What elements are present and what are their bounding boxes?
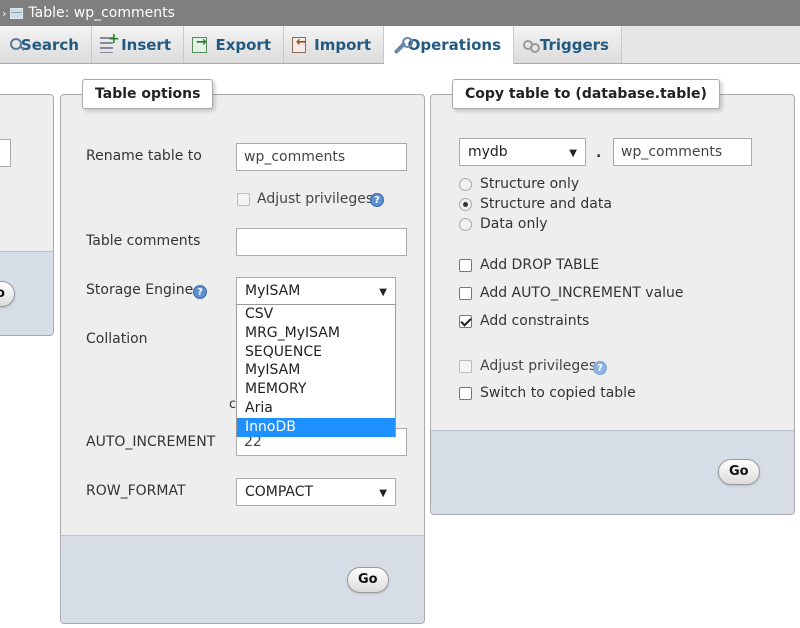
table-options-legend: Table options xyxy=(82,79,214,109)
copy-table-go-button[interactable]: Go xyxy=(718,459,760,485)
tab-insert-label: Insert xyxy=(121,35,171,54)
table-comments-label: Table comments xyxy=(86,233,201,249)
dropdown-arrow-icon: ▼ xyxy=(379,287,387,298)
copy-database-select[interactable]: mydb ▼ xyxy=(459,138,586,166)
tab-import[interactable]: Import xyxy=(284,26,384,63)
switch-to-copied-checkbox[interactable] xyxy=(459,387,472,400)
row-format-value: COMPACT xyxy=(245,484,314,500)
structure-and-data-radio[interactable] xyxy=(459,198,472,211)
window-titlebar: › Table: wp_comments xyxy=(0,0,800,26)
copy-table-name-input[interactable]: wp_comments xyxy=(613,138,752,166)
tab-search-label: Search xyxy=(20,35,79,54)
engine-option[interactable]: CSV xyxy=(237,305,395,324)
adjust-privileges-label: Adjust privileges xyxy=(257,191,374,207)
storage-engine-select[interactable]: MyISAM ▼ xyxy=(236,277,396,305)
collation-label: Collation xyxy=(86,331,148,347)
chevron-right-icon: › xyxy=(2,6,7,20)
import-icon xyxy=(292,35,307,53)
tab-insert[interactable]: Insert xyxy=(92,26,184,63)
engine-option[interactable]: Aria xyxy=(237,399,395,418)
search-icon xyxy=(8,37,22,53)
engine-option-selected[interactable]: InnoDB xyxy=(237,417,395,437)
structure-only-label: Structure only xyxy=(480,176,580,192)
engine-option[interactable]: SEQUENCE xyxy=(237,343,395,362)
table-options-go-button[interactable]: Go xyxy=(347,567,389,593)
insert-icon xyxy=(100,31,120,53)
copy-adjust-privileges-label: Adjust privileges xyxy=(480,358,597,374)
dropdown-arrow-icon: ▼ xyxy=(379,488,387,499)
add-auto-increment-checkbox[interactable] xyxy=(459,287,472,300)
storage-engine-label: Storage Engine xyxy=(86,282,194,298)
copy-table-legend: Copy table to (database.table) xyxy=(452,79,720,109)
tab-triggers-label: Triggers xyxy=(539,35,609,54)
dropdown-arrow-icon: ▼ xyxy=(569,148,577,159)
wrench-icon xyxy=(392,37,412,53)
data-only-label: Data only xyxy=(480,216,548,232)
tab-export-label: Export xyxy=(215,35,271,54)
add-constraints-checkbox[interactable] xyxy=(459,315,472,328)
row-format-label: ROW_FORMAT xyxy=(86,483,186,499)
storage-engine-value: MyISAM xyxy=(245,283,301,299)
data-only-radio[interactable] xyxy=(459,218,472,231)
add-drop-table-label: Add DROP TABLE xyxy=(480,257,600,273)
add-drop-table-checkbox[interactable] xyxy=(459,259,472,272)
tab-export[interactable]: Export xyxy=(184,26,284,63)
triggers-icon xyxy=(522,37,540,53)
storage-engine-dropdown-list: CSV MRG_MyISAM SEQUENCE MyISAM MEMORY Ar… xyxy=(236,304,396,437)
copy-database-value: mydb xyxy=(468,144,508,160)
left-partial-input[interactable] xyxy=(0,139,11,167)
tab-triggers[interactable]: Triggers xyxy=(514,26,622,63)
table-comments-input[interactable] xyxy=(236,228,407,256)
add-auto-increment-label: Add AUTO_INCREMENT value xyxy=(480,285,684,301)
auto-increment-label: AUTO_INCREMENT xyxy=(86,434,216,450)
tab-import-label: Import xyxy=(314,35,371,54)
structure-only-radio[interactable] xyxy=(459,178,472,191)
add-constraints-label: Add constraints xyxy=(480,313,590,329)
tab-search[interactable]: Search xyxy=(0,26,92,63)
tab-operations[interactable]: Operations xyxy=(384,26,514,64)
table-icon xyxy=(10,7,24,19)
export-icon xyxy=(192,35,208,53)
engine-option[interactable]: MyISAM xyxy=(237,361,395,380)
rename-label: Rename table to xyxy=(86,148,202,164)
adjust-privileges-checkbox[interactable] xyxy=(237,193,250,206)
row-format-select[interactable]: COMPACT ▼ xyxy=(236,478,396,506)
engine-option[interactable]: MEMORY xyxy=(237,380,395,399)
tab-operations-label: Operations xyxy=(407,36,501,54)
help-icon[interactable]: ? xyxy=(593,361,607,375)
help-icon[interactable]: ? xyxy=(370,193,384,207)
switch-to-copied-label: Switch to copied table xyxy=(480,385,636,401)
rename-table-input[interactable]: wp_comments xyxy=(236,143,407,171)
structure-and-data-label: Structure and data xyxy=(480,196,612,212)
help-icon[interactable]: ? xyxy=(193,285,207,299)
db-table-separator: . xyxy=(596,145,602,161)
tab-bar: Search Insert Export Import Operations T… xyxy=(0,26,800,64)
left-partial-panel: o xyxy=(0,94,54,336)
copy-adjust-privileges-checkbox[interactable] xyxy=(459,360,472,373)
engine-option[interactable]: MRG_MyISAM xyxy=(237,324,395,343)
window-title: Table: wp_comments xyxy=(28,5,175,21)
